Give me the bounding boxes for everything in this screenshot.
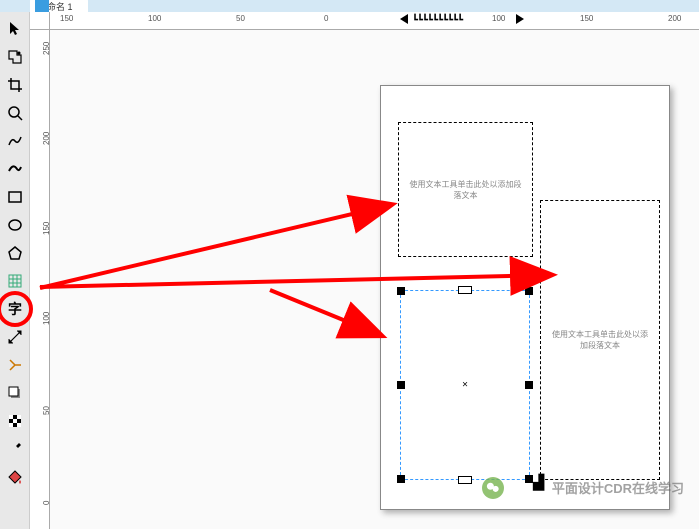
resize-handle-bl[interactable] xyxy=(397,475,405,483)
freehand-tool[interactable] xyxy=(3,127,27,155)
artistic-media-tool[interactable] xyxy=(3,155,27,183)
ruler-tick: 150 xyxy=(580,14,593,23)
pick-tool[interactable] xyxy=(3,15,27,43)
ruler-tick: 50 xyxy=(236,14,245,23)
ruler-tick: 50 xyxy=(42,406,50,415)
crop-tool[interactable] xyxy=(3,71,27,99)
ruler-indent-right[interactable] xyxy=(516,14,524,24)
drop-shadow-tool[interactable] xyxy=(3,379,27,407)
ruler-tick: 0 xyxy=(324,14,328,23)
resize-handle-ml[interactable] xyxy=(397,381,405,389)
resize-handle-mr[interactable] xyxy=(525,381,533,389)
ruler-corner xyxy=(30,12,50,30)
ruler-tick: 100 xyxy=(492,14,505,23)
annotation-arrow-3 xyxy=(270,285,390,350)
resize-handle-br[interactable] xyxy=(525,475,533,483)
ruler-tab-marks: ┗┗┗┗┗┗┗┗┗┗ xyxy=(412,15,462,26)
placeholder-text: 使用文本工具单击此处以添加段落文本 xyxy=(409,179,522,201)
ruler-tick: 150 xyxy=(60,14,73,23)
parallel-dimension-tool[interactable] xyxy=(3,323,27,351)
transparency-tool[interactable] xyxy=(3,407,27,435)
ruler-tick: 100 xyxy=(42,312,50,325)
ruler-tick: 200 xyxy=(668,14,681,23)
text-tool[interactable]: 字 xyxy=(3,295,27,323)
ruler-tick: 200 xyxy=(42,132,50,145)
highlight-annotation xyxy=(0,291,33,327)
polygon-tool[interactable] xyxy=(3,239,27,267)
canvas-area[interactable]: 使用文本工具单击此处以添加段落文本 使用文本工具单击此处以添加段落文本 × ▟ xyxy=(50,30,699,529)
placeholder-text: 使用文本工具单击此处以添加段落文本 xyxy=(551,329,649,351)
watermark-text: 平面设计CDR在线学习 xyxy=(552,478,684,497)
ruler-tick: 250 xyxy=(42,42,50,55)
tab-bar: 未命名 1 xyxy=(0,0,699,12)
horizontal-ruler[interactable]: ┗┗┗┗┗┗┗┗┗┗ 150 100 50 0 100 150 200 xyxy=(50,12,699,30)
text-frame-2[interactable]: 使用文本工具单击此处以添加段落文本 xyxy=(540,200,660,480)
overflow-indicator[interactable]: ▟ xyxy=(533,474,544,491)
center-marker: × xyxy=(462,380,468,391)
home-icon[interactable] xyxy=(35,0,49,12)
connector-tool[interactable] xyxy=(3,351,27,379)
shape-tool[interactable] xyxy=(3,43,27,71)
selected-text-frame[interactable]: × ▟ xyxy=(400,290,530,480)
text-flow-bottom[interactable] xyxy=(458,476,472,484)
rectangle-tool[interactable] xyxy=(3,183,27,211)
ruler-tick: 0 xyxy=(42,501,50,505)
color-eyedropper-tool[interactable] xyxy=(3,435,27,463)
interactive-fill-tool[interactable] xyxy=(3,463,27,491)
wechat-icon xyxy=(482,477,504,499)
ruler-tick: 100 xyxy=(148,14,161,23)
zoom-tool[interactable] xyxy=(3,99,27,127)
ruler-indent-left[interactable] xyxy=(400,14,408,24)
toolbox: 字 xyxy=(0,12,30,529)
text-frame-1[interactable]: 使用文本工具单击此处以添加段落文本 xyxy=(398,122,533,257)
ellipse-tool[interactable] xyxy=(3,211,27,239)
